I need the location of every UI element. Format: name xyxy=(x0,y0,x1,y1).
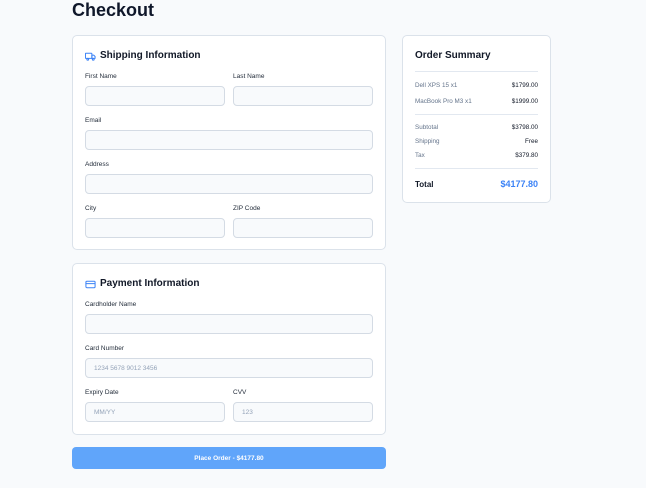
city-field[interactable] xyxy=(85,218,225,238)
order-summary-card: Order Summary Dell XPS 15 x1 $1799.00 Ma… xyxy=(402,35,551,203)
expiry-label: Expiry Date xyxy=(85,389,119,396)
total-label: Total xyxy=(415,180,434,189)
subtotal-label: Subtotal xyxy=(415,124,439,131)
last-name-field[interactable] xyxy=(233,86,373,106)
shipping-card: Shipping Information First Name Last Nam… xyxy=(72,35,386,250)
shipping-cost-label: Shipping xyxy=(415,138,440,145)
cardholder-field[interactable] xyxy=(85,314,373,334)
payment-title: Payment Information xyxy=(85,278,199,290)
cvv-field[interactable] xyxy=(233,402,373,422)
zip-label: ZIP Code xyxy=(233,205,261,212)
tax-row: Tax $379.80 xyxy=(415,152,538,160)
summary-item-name: Dell XPS 15 x1 xyxy=(415,82,458,89)
city-label: City xyxy=(85,205,97,212)
card-number-label: Card Number xyxy=(85,345,125,352)
shipping-title: Shipping Information xyxy=(85,50,201,62)
email-label: Email xyxy=(85,117,102,124)
address-field[interactable] xyxy=(85,174,373,194)
page-title: Checkout xyxy=(72,0,155,20)
cvv-label: CVV xyxy=(233,389,247,396)
email-field[interactable] xyxy=(85,130,373,150)
summary-item-price: $1999.00 xyxy=(511,98,538,105)
summary-item-name: MacBook Pro M3 x1 xyxy=(415,98,472,105)
summary-divider xyxy=(415,114,538,115)
truck-icon xyxy=(85,51,96,62)
summary-divider xyxy=(415,71,538,72)
tax-label: Tax xyxy=(415,152,425,159)
cardholder-label: Cardholder Name xyxy=(85,301,137,308)
credit-card-icon xyxy=(85,279,96,290)
address-label: Address xyxy=(85,161,109,168)
shipping-row: Shipping Free xyxy=(415,138,538,146)
summary-item-row: Dell XPS 15 x1 $1799.00 xyxy=(415,82,538,90)
summary-item-price: $1799.00 xyxy=(511,82,538,89)
subtotal-value: $3798.00 xyxy=(511,124,538,131)
payment-card: Payment Information Cardholder Name Card… xyxy=(72,263,386,435)
expiry-field[interactable] xyxy=(85,402,225,422)
summary-title: Order Summary xyxy=(415,50,491,61)
place-order-button[interactable]: Place Order - $4177.80 xyxy=(72,447,386,469)
first-name-field[interactable] xyxy=(85,86,225,106)
total-row: Total $4177.80 xyxy=(415,179,538,190)
zip-field[interactable] xyxy=(233,218,373,238)
shipping-title-text: Shipping Information xyxy=(100,50,201,61)
summary-divider xyxy=(415,168,538,169)
card-number-field[interactable] xyxy=(85,358,373,378)
payment-title-text: Payment Information xyxy=(100,278,200,289)
first-name-label: First Name xyxy=(85,73,117,80)
summary-item-row: MacBook Pro M3 x1 $1999.00 xyxy=(415,98,538,106)
last-name-label: Last Name xyxy=(233,73,265,80)
subtotal-row: Subtotal $3798.00 xyxy=(415,124,538,132)
tax-value: $379.80 xyxy=(515,152,538,159)
shipping-cost-value: Free xyxy=(525,138,538,145)
total-value: $4177.80 xyxy=(500,179,538,189)
